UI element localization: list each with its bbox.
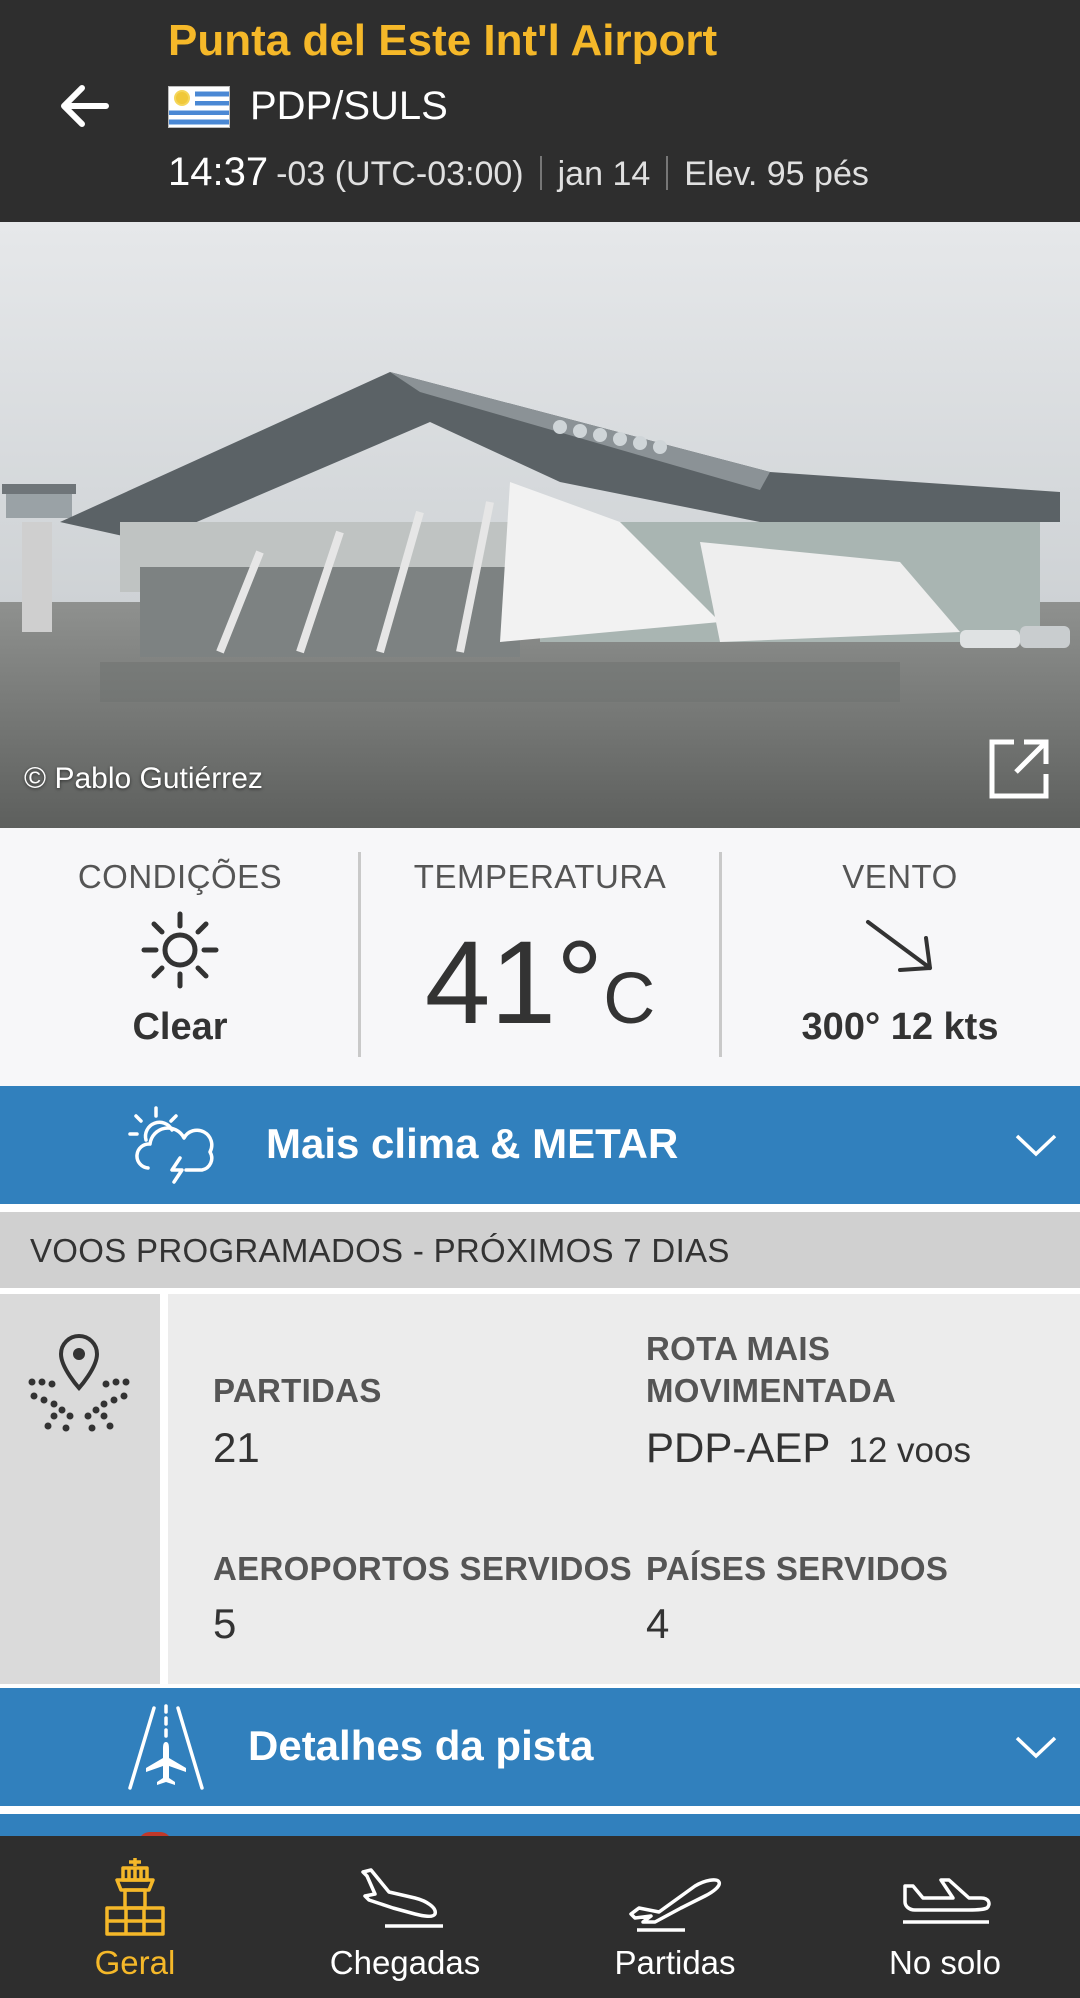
divider (0, 1204, 1080, 1212)
arrival-plane-icon (361, 1868, 443, 1928)
conditions-value: Clear (132, 1006, 228, 1048)
departures-label: PARTIDAS (213, 1372, 382, 1409)
route-icon-panel (0, 1294, 160, 1684)
back-arrow-icon (61, 85, 109, 127)
runway-bar-label: Detalhes da pista (248, 1722, 594, 1769)
tab-label: No solo (889, 1944, 1001, 1981)
tab-geral[interactable]: Geral (0, 1836, 270, 1998)
sun-icon (141, 911, 219, 989)
photo-credit: © Pablo Gutiérrez (24, 762, 263, 795)
airports-served-value: 5 (213, 1600, 237, 1647)
chevron-down-icon (1015, 1134, 1057, 1157)
timezone: -03 (UTC-03:00) (276, 155, 524, 193)
busiest-route-value: PDP-AEP (646, 1424, 831, 1471)
weather-cloud-sun-icon (128, 1106, 214, 1184)
busiest-route-label-line2: MOVIMENTADA (646, 1372, 897, 1409)
tab-label: Partidas (614, 1944, 736, 1981)
wind-value: 300° 12 kts (801, 1006, 999, 1048)
conditions-column: CONDIÇÕES Clear (0, 828, 360, 1086)
temperature-reading: 41°C (360, 924, 720, 1042)
airport-photo[interactable]: © Pablo Gutiérrez (0, 222, 1080, 828)
more-weather-metar-button[interactable]: Mais clima & METAR (0, 1086, 1080, 1204)
divider (539, 155, 542, 190)
busiest-route-flights: 12 voos (848, 1431, 971, 1470)
local-date: jan 14 (557, 155, 651, 193)
departure-plane-icon (629, 1878, 722, 1932)
runway-details-button[interactable]: Detalhes da pista (0, 1688, 1080, 1806)
weather-panel: CONDIÇÕES Clear TEMPERATURA 41°C VENTO 3… (0, 828, 1080, 1086)
temperature-label: TEMPERATURA (413, 858, 667, 895)
local-time: 14:37 (168, 150, 269, 194)
scheduled-flights-title: VOOS PROGRAMADOS - PRÓXIMOS 7 DIAS (30, 1232, 730, 1269)
bottom-tab-bar: Geral Chegadas Partidas No solo (0, 1836, 1080, 1998)
tab-no-solo[interactable]: No solo (810, 1836, 1080, 1998)
open-external-icon[interactable] (986, 736, 1052, 802)
temperature-unit: C (603, 959, 656, 1039)
tab-partidas[interactable]: Partidas (540, 1836, 810, 1998)
control-tower-icon (105, 1858, 165, 1936)
divider (0, 1806, 1080, 1814)
scheduled-flights-header: VOOS PROGRAMADOS - PRÓXIMOS 7 DIAS (0, 1212, 1080, 1288)
busiest-route-reading: PDP-AEP 12 voos (646, 1424, 971, 1472)
scheduled-flights-stats: PARTIDAS 21 ROTA MAIS MOVIMENTADA PDP-AE… (0, 1294, 1080, 1684)
elevation: Elev. 95 pés (684, 155, 869, 193)
divider (160, 1294, 168, 1684)
wind-label: VENTO (842, 858, 958, 895)
departures-value: 21 (213, 1424, 260, 1471)
terminal-illustration (0, 222, 1080, 828)
airport-name: Punta del Este Int'l Airport (168, 16, 718, 65)
app-header: Punta del Este Int'l Airport PDP/SULS 14… (0, 0, 1080, 222)
back-button[interactable] (48, 70, 120, 142)
tab-chegadas[interactable]: Chegadas (270, 1836, 540, 1998)
temperature-value: 41° (424, 917, 604, 1049)
runway-plane-icon (128, 1704, 204, 1790)
countries-served-label: PAÍSES SERVIDOS (646, 1550, 949, 1587)
conditions-label: CONDIÇÕES (77, 858, 283, 895)
airport-code-row: PDP/SULS (168, 84, 448, 129)
airport-codes: PDP/SULS (250, 84, 448, 128)
uruguay-flag-icon (168, 85, 230, 128)
chevron-down-icon (1015, 1736, 1057, 1759)
tab-label: Chegadas (329, 1944, 481, 1981)
temperature-column: TEMPERATURA 41°C (360, 828, 720, 1086)
metar-bar-label: Mais clima & METAR (266, 1120, 679, 1167)
tab-label: Geral (94, 1944, 176, 1981)
airport-time-row: 14:37 -03 (UTC-03:00) jan 14 Elev. 95 pé… (168, 150, 869, 195)
wind-column: VENTO 300° 12 kts (720, 828, 1080, 1086)
wind-direction-arrow-icon (866, 920, 932, 972)
busiest-route-label-line1: ROTA MAIS (646, 1330, 831, 1367)
countries-served-value: 4 (646, 1600, 670, 1647)
airports-served-label: AEROPORTOS SERVIDOS (213, 1550, 632, 1587)
busiest-route-label: ROTA MAIS MOVIMENTADA (646, 1328, 896, 1412)
route-map-pin-icon (28, 1333, 130, 1432)
divider (666, 155, 669, 190)
plane-on-ground-icon (903, 1878, 991, 1924)
